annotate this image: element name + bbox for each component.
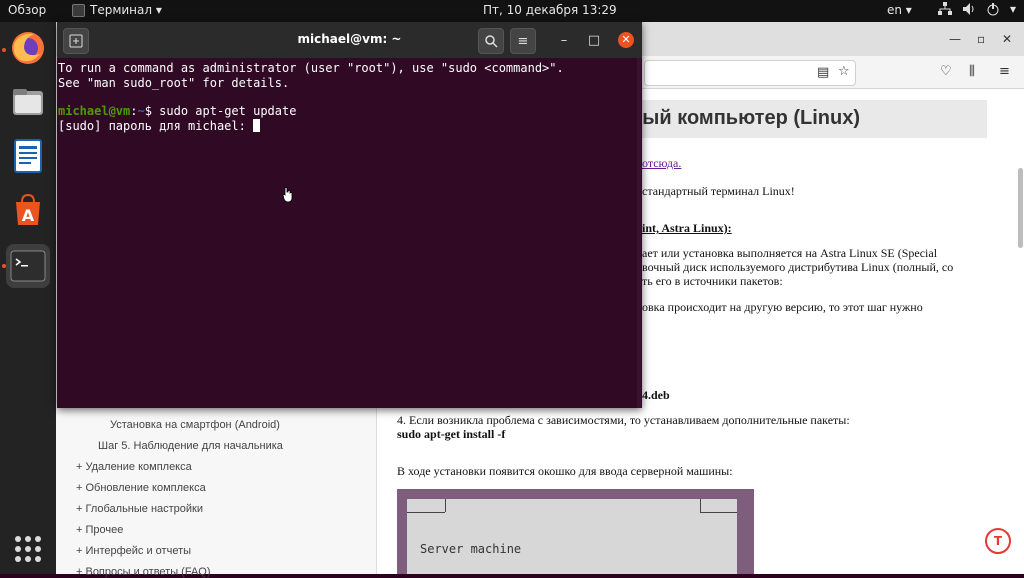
app-menu-label: Терминал ▾	[90, 3, 162, 17]
output-line: To run a command as administrator (user …	[58, 61, 564, 75]
typed-command: sudo apt-get update	[159, 104, 297, 118]
power-icon	[987, 3, 999, 16]
sidebar-item[interactable]: + Интерфейс и отчеты	[76, 545, 191, 557]
terminal-icon	[10, 250, 46, 282]
password-line[interactable]: [sudo] пароль для michael:	[58, 119, 261, 133]
article-text: В ходе установки появится окошко для вво…	[397, 464, 733, 478]
minimize-icon[interactable]: —	[949, 32, 961, 46]
close-icon[interactable]: ✕	[1002, 32, 1012, 46]
volume-icon	[963, 3, 974, 15]
article-code: sudo apt-get install -f	[397, 427, 506, 441]
pocket-icon[interactable]: ♡	[940, 64, 952, 79]
article-text: вочный диск используемого дистрибутива L…	[642, 260, 954, 274]
prompt-path: ~	[137, 104, 145, 118]
article-text: 4.deb	[642, 388, 670, 402]
article-text: 4. Если возникла проблема с зависимостям…	[397, 413, 850, 427]
page-scrollbar[interactable]	[1018, 168, 1023, 248]
prompt-dollar: $	[144, 104, 160, 118]
close-icon: ✕	[621, 33, 631, 46]
article-text: ть его в источники пакетов:	[642, 274, 783, 288]
dock-item-terminal[interactable]	[6, 244, 50, 288]
sidebar-item[interactable]: + Вопросы и ответы (FAQ)	[76, 566, 211, 578]
terminal-window[interactable]: michael@vm: ~ ≡ – □ ✕ To run a command a…	[57, 22, 642, 408]
text-cursor	[253, 119, 261, 132]
keyboard-layout[interactable]: en ▾	[887, 3, 912, 17]
maximize-icon: □	[587, 32, 601, 48]
bookmark-star-icon[interactable]: ☆	[838, 64, 850, 79]
terminal-icon	[72, 3, 85, 17]
app-menu[interactable]: Терминал ▾	[72, 3, 162, 17]
menu-icon: ≡	[517, 33, 529, 49]
screenshot-image: Server machine	[397, 489, 754, 574]
prompt-user: michael@vm	[58, 104, 131, 118]
network-icon	[938, 2, 952, 15]
hamburger-menu-button[interactable]: ≡	[510, 28, 536, 54]
sidebar-item[interactable]: + Глобальные настройки	[76, 503, 203, 515]
show-applications-button[interactable]	[15, 536, 41, 562]
terminal-scrollbar[interactable]	[637, 58, 641, 408]
system-tray[interactable]: ▾	[938, 2, 1016, 16]
search-button[interactable]	[478, 28, 504, 54]
image-caption: Server machine	[420, 542, 522, 556]
output-line: See "man sudo_root" for details.	[58, 76, 290, 90]
writer-icon	[14, 139, 42, 173]
article-text: стандартный терминал Linux!	[642, 184, 795, 198]
sidebar-item[interactable]: Шаг 5. Наблюдение для начальника	[98, 440, 283, 452]
article-text: овка происходит на другую версию, то это…	[642, 300, 923, 314]
dock-item-files[interactable]	[6, 80, 50, 124]
running-indicator	[2, 264, 6, 268]
address-bar[interactable]: ▤ ☆	[644, 60, 856, 86]
site-logo-icon: T	[985, 528, 1011, 554]
running-indicator	[2, 48, 6, 52]
firefox-icon	[12, 32, 44, 64]
prompt-line: michael@vm:~$ sudo apt-get update	[58, 104, 296, 118]
close-button[interactable]: ✕	[618, 32, 634, 48]
minimize-icon: –	[560, 32, 568, 48]
dock-item-writer[interactable]	[6, 134, 50, 178]
svg-text:A: A	[22, 206, 35, 225]
menu-icon[interactable]: ≡	[999, 64, 1010, 79]
article-text: ает или установка выполняется на Astra L…	[642, 246, 938, 260]
article-text: int, Astra Linux):	[642, 221, 732, 235]
maximize-button[interactable]: □	[582, 28, 606, 52]
sidebar-item[interactable]: + Обновление комплекса	[76, 482, 206, 494]
sidebar-item[interactable]: + Прочее	[76, 524, 123, 536]
terminal-output[interactable]: To run a command as administrator (user …	[58, 58, 636, 408]
terminal-headerbar[interactable]: michael@vm: ~ ≡ – □ ✕	[57, 22, 642, 58]
sidebar-item[interactable]: Установка на смартфон (Android)	[110, 419, 280, 431]
software-icon: A	[16, 193, 40, 225]
library-icon[interactable]: ⫼	[969, 64, 975, 79]
dock-item-software[interactable]: A	[6, 188, 50, 232]
dock-item-firefox[interactable]	[6, 26, 50, 70]
clock[interactable]: Пт, 10 декабря 13:29	[483, 3, 617, 17]
search-icon	[485, 35, 498, 48]
dock: A	[0, 22, 56, 574]
top-panel: Обзор Терминал ▾ Пт, 10 декабря 13:29 en…	[0, 0, 1024, 22]
article-link[interactable]: отсюда.	[642, 156, 681, 171]
maximize-icon[interactable]: ▫	[977, 32, 985, 46]
sidebar-item[interactable]: + Удаление комплекса	[76, 461, 192, 473]
minimize-button[interactable]: –	[552, 28, 576, 52]
password-prompt: [sudo] пароль для michael:	[58, 119, 254, 133]
mouse-cursor-icon	[282, 187, 293, 203]
chevron-down-icon: ▾	[1010, 2, 1017, 16]
reader-view-icon[interactable]: ▤	[817, 65, 829, 80]
files-icon	[13, 89, 43, 115]
activities-button[interactable]: Обзор	[8, 3, 46, 17]
